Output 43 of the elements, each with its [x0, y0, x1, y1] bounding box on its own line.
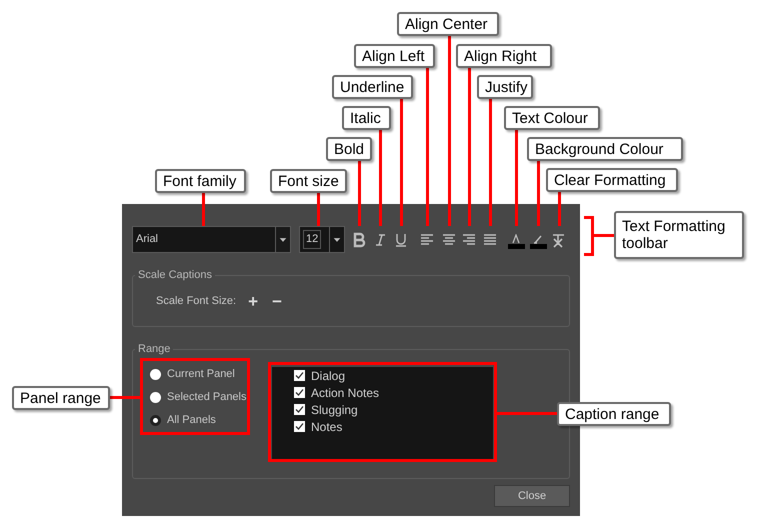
callout-label: Align Center	[397, 12, 499, 36]
callout-label: Bold	[326, 137, 372, 161]
pen-icon	[533, 234, 543, 244]
callout-label: Caption range	[557, 402, 671, 426]
letter-icon	[511, 234, 521, 244]
group-title: Scale Captions	[135, 268, 215, 282]
leader-line	[537, 161, 540, 226]
caption-checkbox[interactable]: Action Notes	[294, 384, 493, 401]
decrease-button[interactable]: −	[270, 292, 284, 310]
callout-label: Background Colour	[527, 137, 683, 161]
font-size-dropdown[interactable]: 12	[299, 226, 345, 253]
callout-label: Justify	[477, 75, 533, 99]
caption-checkbox[interactable]: Dialog	[294, 367, 493, 384]
leader-line	[110, 396, 140, 399]
increase-button[interactable]: +	[246, 292, 260, 310]
callout-label: Align Right	[456, 44, 552, 68]
font-family-value: Arial	[135, 232, 160, 248]
callout-label: Text Formatting toolbar	[614, 211, 744, 259]
caption-checkbox[interactable]: Notes	[294, 418, 493, 435]
leader-line	[317, 193, 320, 226]
callout-label: Font family	[155, 169, 246, 193]
font-family-dropdown[interactable]: Arial	[132, 226, 291, 253]
group-title: Range	[135, 342, 174, 356]
leader-line	[558, 192, 561, 226]
leader-line	[202, 193, 205, 226]
panel-radio[interactable]: Current Panel	[150, 367, 250, 382]
callout-label: Align Left	[354, 44, 435, 68]
close-button[interactable]: Close	[494, 485, 570, 507]
scale-font-size-label: Scale Font Size:	[156, 294, 236, 310]
callout-label: Text Colour	[504, 106, 600, 130]
callout-label: Font size	[270, 169, 347, 193]
bracket-line	[584, 216, 594, 256]
callout-label: Clear Formatting	[546, 168, 678, 192]
callout-label: Italic	[342, 106, 391, 130]
leader-line	[497, 412, 557, 415]
leader-line	[593, 234, 614, 237]
callout-label: Panel range	[12, 386, 110, 410]
panel-radio[interactable]: All Panels	[150, 413, 250, 428]
panel-radio[interactable]: Selected Panels	[150, 390, 250, 405]
font-size-value: 12	[303, 230, 322, 249]
callout-label: Underline	[332, 75, 413, 99]
caption-checkbox[interactable]: Slugging	[294, 401, 493, 418]
leader-line	[358, 161, 361, 226]
